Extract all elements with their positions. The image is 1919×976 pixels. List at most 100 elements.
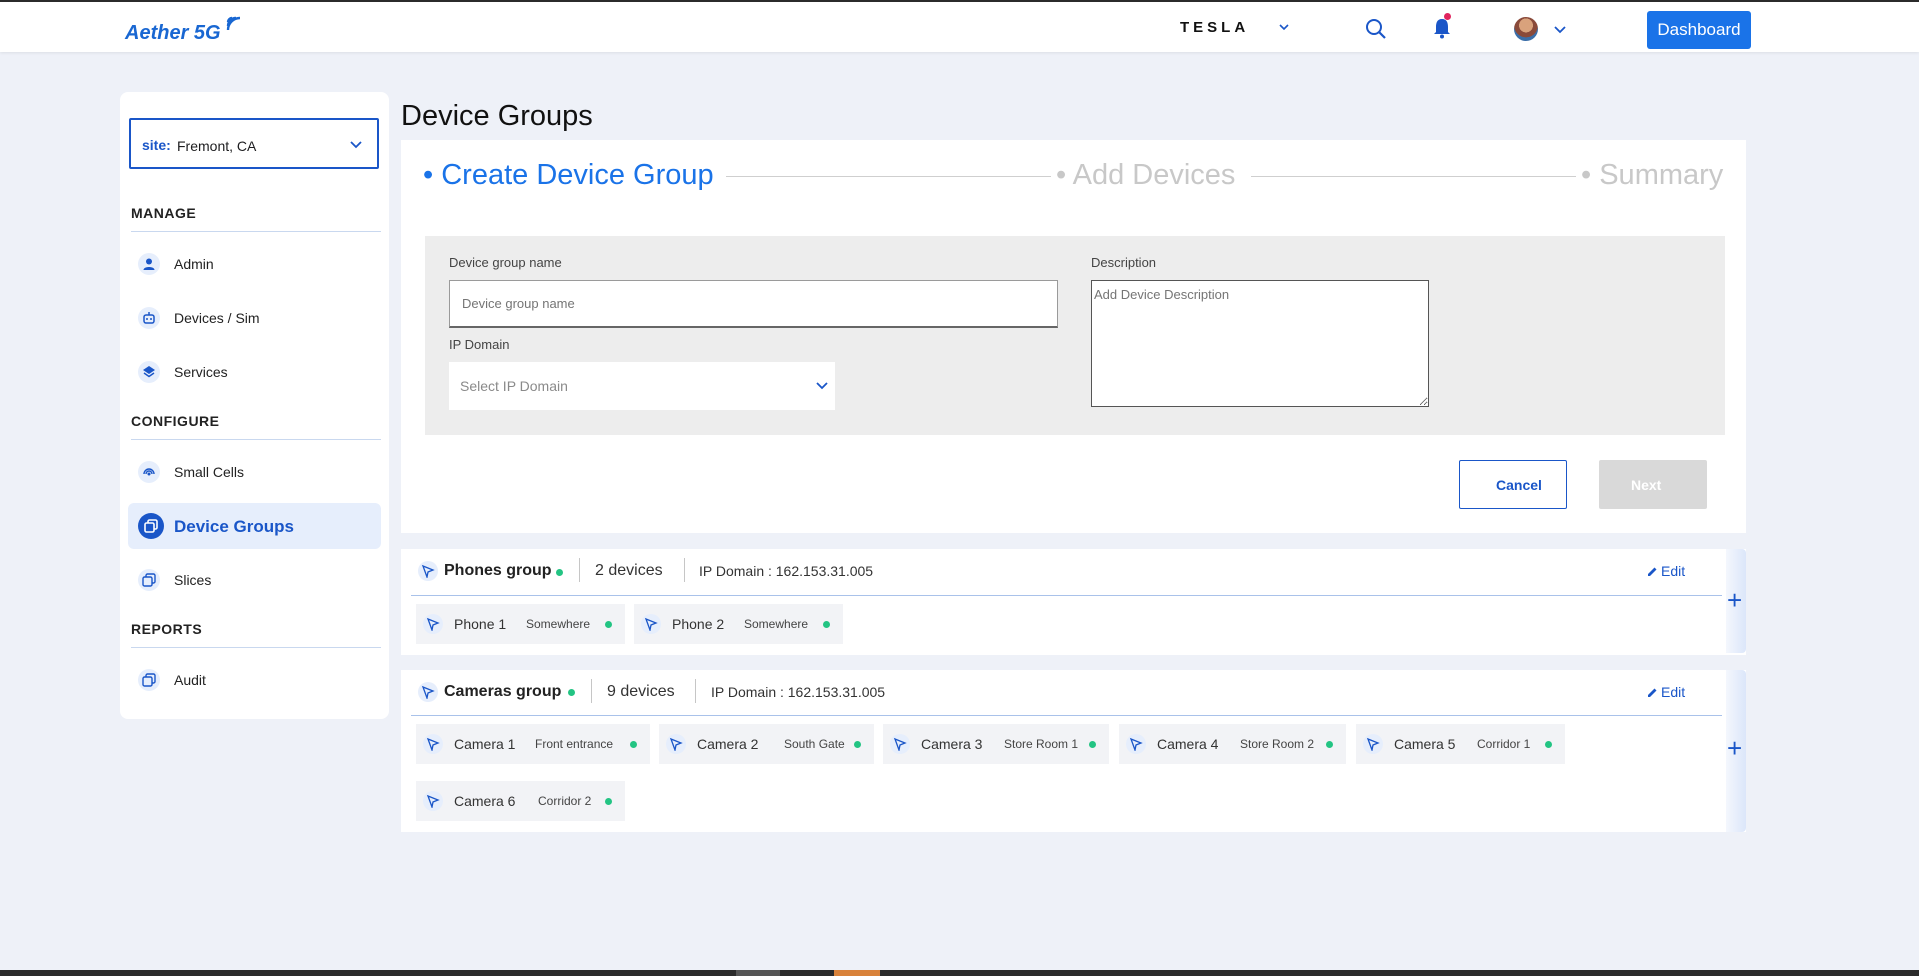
status-dot [854,741,861,748]
edit-label: Edit [1661,563,1686,579]
status-dot [823,621,830,628]
device-chip[interactable]: Camera 6 Corridor 2 [416,781,625,821]
device-location: South Gate [784,737,845,751]
sidebar-item-audit[interactable]: Audit [128,657,381,703]
section-configure: CONFIGURE [131,413,220,429]
pencil-icon [1648,688,1657,697]
device-chip[interactable]: Camera 1 Front entrance [416,724,650,764]
step-create-device-group[interactable]: • Create Device Group [423,159,714,192]
chevron-down-icon[interactable] [349,137,363,151]
device-chip[interactable]: Camera 4 Store Room 2 [1119,724,1346,764]
step-add-devices[interactable]: • Add Devices [1056,159,1235,192]
group-name[interactable]: Cameras group [444,683,561,701]
antenna-icon [423,614,443,634]
add-device-button[interactable]: + [1726,549,1746,653]
search-icon[interactable] [1365,18,1387,40]
group-device-count: 2 devices [595,562,663,579]
layers-icon [138,361,160,383]
copy-icon [138,669,160,691]
status-dot [605,798,612,805]
notification-badge [1444,13,1451,20]
section-divider [131,439,381,440]
edit-group-button[interactable]: Edit [1647,684,1685,700]
device-name: Camera 4 [1157,736,1219,752]
sidebar-item-admin[interactable]: Admin [128,241,381,287]
device-name: Phone 1 [454,616,507,632]
device-name: Phone 2 [672,616,725,632]
robot-icon [138,307,160,329]
description-label: Description [1091,255,1157,270]
taskbar-segment [736,970,780,976]
sidebar-item-label: Services [174,364,228,380]
device-location: Corridor 2 [538,794,592,808]
site-label: site: [142,137,171,153]
divider [591,679,592,703]
antenna-icon [418,682,438,702]
ip-domain-select[interactable]: Select IP Domain [449,362,835,410]
step-connector [726,176,1051,177]
device-chip[interactable]: Camera 5 Corridor 1 [1356,724,1565,764]
device-chip[interactable]: Camera 2 South Gate [659,724,874,764]
ip-domain-label: IP Domain [449,337,510,352]
section-divider [131,647,381,648]
device-location: Front entrance [535,737,614,751]
sidebar-item-label: Audit [174,672,206,688]
sidebar-item-small-cells[interactable]: Small Cells [128,449,381,495]
group-name[interactable]: Phones group [444,562,552,580]
chevron-down-icon[interactable] [1553,22,1567,36]
edit-label: Edit [1661,684,1686,700]
device-chip[interactable]: Phone 2 Somewhere [634,604,843,644]
sidebar-item-devices-sim[interactable]: Devices / Sim [128,295,381,341]
taskbar-strip [0,970,1919,976]
add-device-button[interactable]: + [1726,670,1746,832]
section-manage: MANAGE [131,205,197,221]
sidebar-item-services[interactable]: Services [128,349,381,395]
site-selector[interactable]: site: Fremont, CA [129,118,379,169]
device-group-name-input[interactable] [449,280,1058,328]
status-dot [556,569,563,576]
device-group-name-label: Device group name [449,255,562,270]
sidebar-item-slices[interactable]: Slices [128,557,381,603]
antenna-icon [666,734,686,754]
step-summary[interactable]: • Summary [1581,159,1723,192]
divider [579,558,580,582]
description-textarea[interactable] [1091,280,1429,407]
site-value: Fremont, CA [177,138,257,154]
device-chip[interactable]: Phone 1 Somewhere [416,604,625,644]
device-group-card: Cameras group 9 devices IP Domain : 162.… [401,670,1746,832]
status-dot [630,741,637,748]
device-location: Store Room 1 [1004,737,1079,751]
group-ip-domain: IP Domain : 162.153.31.005 [711,684,886,700]
copy-icon [138,569,160,591]
device-name: Camera 2 [697,736,759,752]
group-form: Device group name IP Domain Select IP Do… [425,236,1725,435]
avatar[interactable] [1514,17,1538,41]
plus-icon: + [1727,585,1743,615]
group-divider [411,595,1722,596]
group-device-count: 9 devices [607,683,675,700]
step-label: Summary [1599,159,1724,191]
sidebar-item-device-groups[interactable]: Device Groups [128,503,381,549]
device-name: Camera 5 [1394,736,1456,752]
app-logo[interactable]: Aether 5G [125,22,221,45]
status-dot [568,689,575,696]
status-dot [1326,741,1333,748]
create-group-wizard: • Create Device Group • Add Devices • Su… [401,140,1746,533]
section-reports: REPORTS [131,621,203,637]
chevron-down-icon[interactable] [1278,21,1290,33]
status-dot [1545,741,1552,748]
taskbar-segment [834,970,880,976]
next-button[interactable]: Next [1599,460,1707,509]
step-label: Create Device Group [441,159,714,191]
divider [695,679,696,703]
device-chip[interactable]: Camera 3 Store Room 1 [883,724,1109,764]
edit-group-button[interactable]: Edit [1647,563,1685,579]
status-dot [1089,741,1096,748]
org-brand-selector[interactable]: TESLA [1180,19,1249,36]
device-name: Camera 6 [454,793,516,809]
bell-icon[interactable] [1432,17,1452,39]
signal-icon [138,461,160,483]
antenna-icon [423,734,443,754]
cancel-button[interactable]: Cancel [1459,460,1567,509]
dashboard-button[interactable]: Dashboard [1647,11,1751,49]
